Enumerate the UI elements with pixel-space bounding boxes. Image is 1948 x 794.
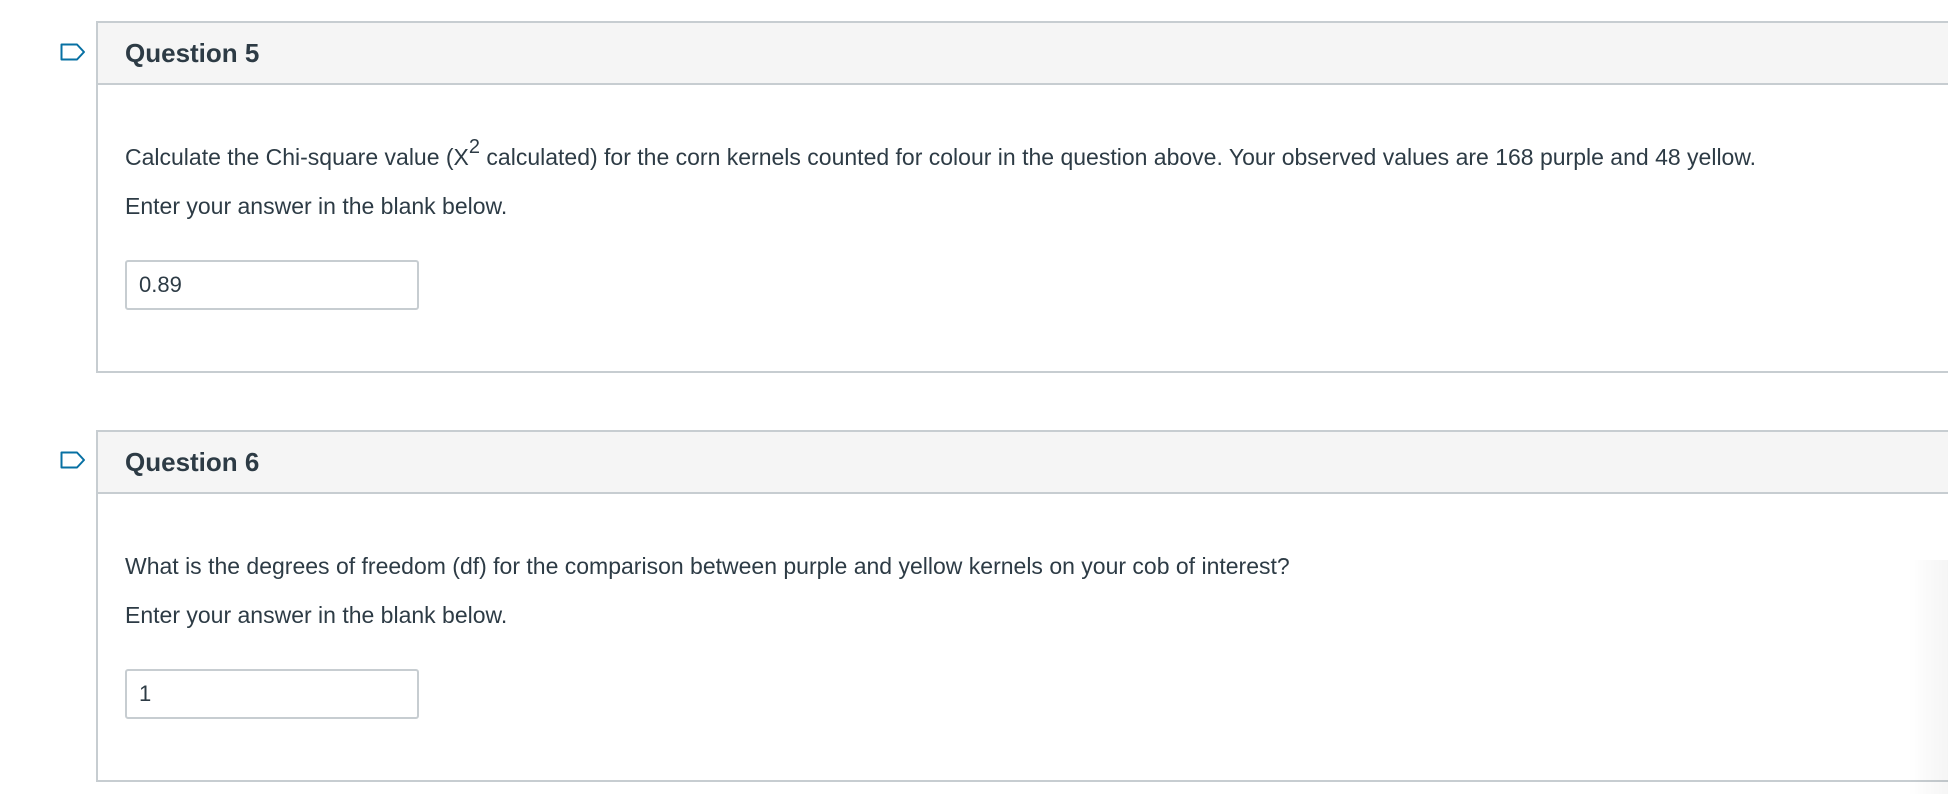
question-6-body: What is the degrees of freedom (df) for … xyxy=(98,551,1948,719)
flag-question-5-icon[interactable] xyxy=(60,43,86,61)
question-5-body: Calculate the Chi-square value (X2 calcu… xyxy=(98,137,1948,310)
flag-question-6-icon[interactable] xyxy=(60,451,86,469)
question-6-card: Question 6 What is the degrees of freedo… xyxy=(96,430,1948,782)
quiz-page: Question 5 Calculate the Chi-square valu… xyxy=(0,0,1948,794)
question-5-prompt: Calculate the Chi-square value (X2 calcu… xyxy=(125,137,1921,172)
question-5-instruction: Enter your answer in the blank below. xyxy=(125,193,508,219)
question-5-answer-input[interactable] xyxy=(125,260,419,310)
question-6-prompt: What is the degrees of freedom (df) for … xyxy=(125,553,1290,579)
question-6-instruction: Enter your answer in the blank below. xyxy=(125,602,508,628)
question-6-header: Question 6 xyxy=(98,432,1948,494)
question-5-header: Question 5 xyxy=(98,23,1948,85)
question-5-card: Question 5 Calculate the Chi-square valu… xyxy=(96,21,1948,373)
scroll-shadow-edge xyxy=(1908,560,1948,794)
question-5-prompt-superscript: 2 xyxy=(468,136,481,158)
question-6-title: Question 6 xyxy=(125,446,260,477)
question-5-prompt-part1: Calculate the Chi-square value (X xyxy=(125,144,469,170)
question-5-prompt-part2: calculated) for the corn kernels counted… xyxy=(480,144,1757,170)
question-5-title: Question 5 xyxy=(125,37,260,68)
question-6-answer-input[interactable] xyxy=(125,669,419,719)
